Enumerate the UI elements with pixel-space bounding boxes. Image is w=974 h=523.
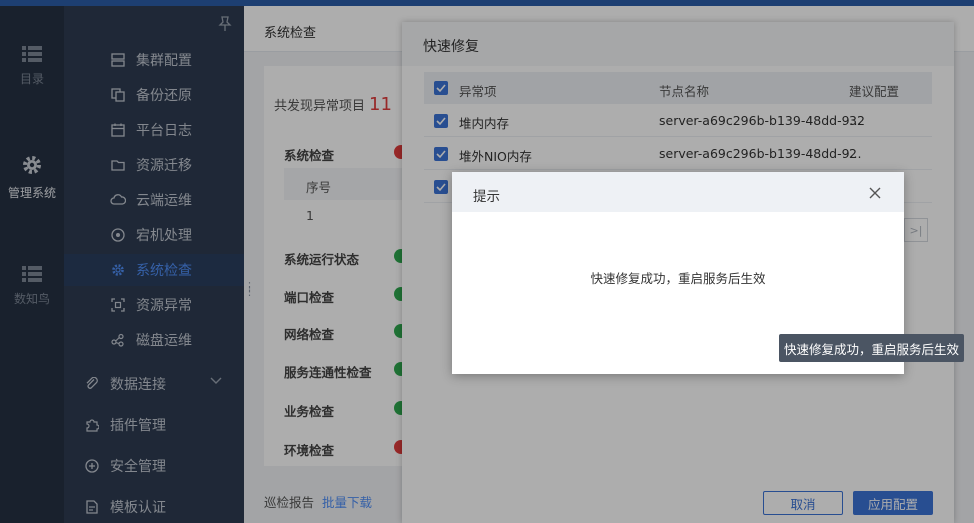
dialog-header: 提示	[452, 172, 904, 212]
dialog-title: 提示	[473, 189, 500, 205]
dialog-message: 快速修复成功，重启服务后生效	[590, 271, 766, 286]
close-icon[interactable]	[868, 186, 882, 200]
tooltip: 快速修复成功，重启服务后生效	[779, 334, 964, 362]
